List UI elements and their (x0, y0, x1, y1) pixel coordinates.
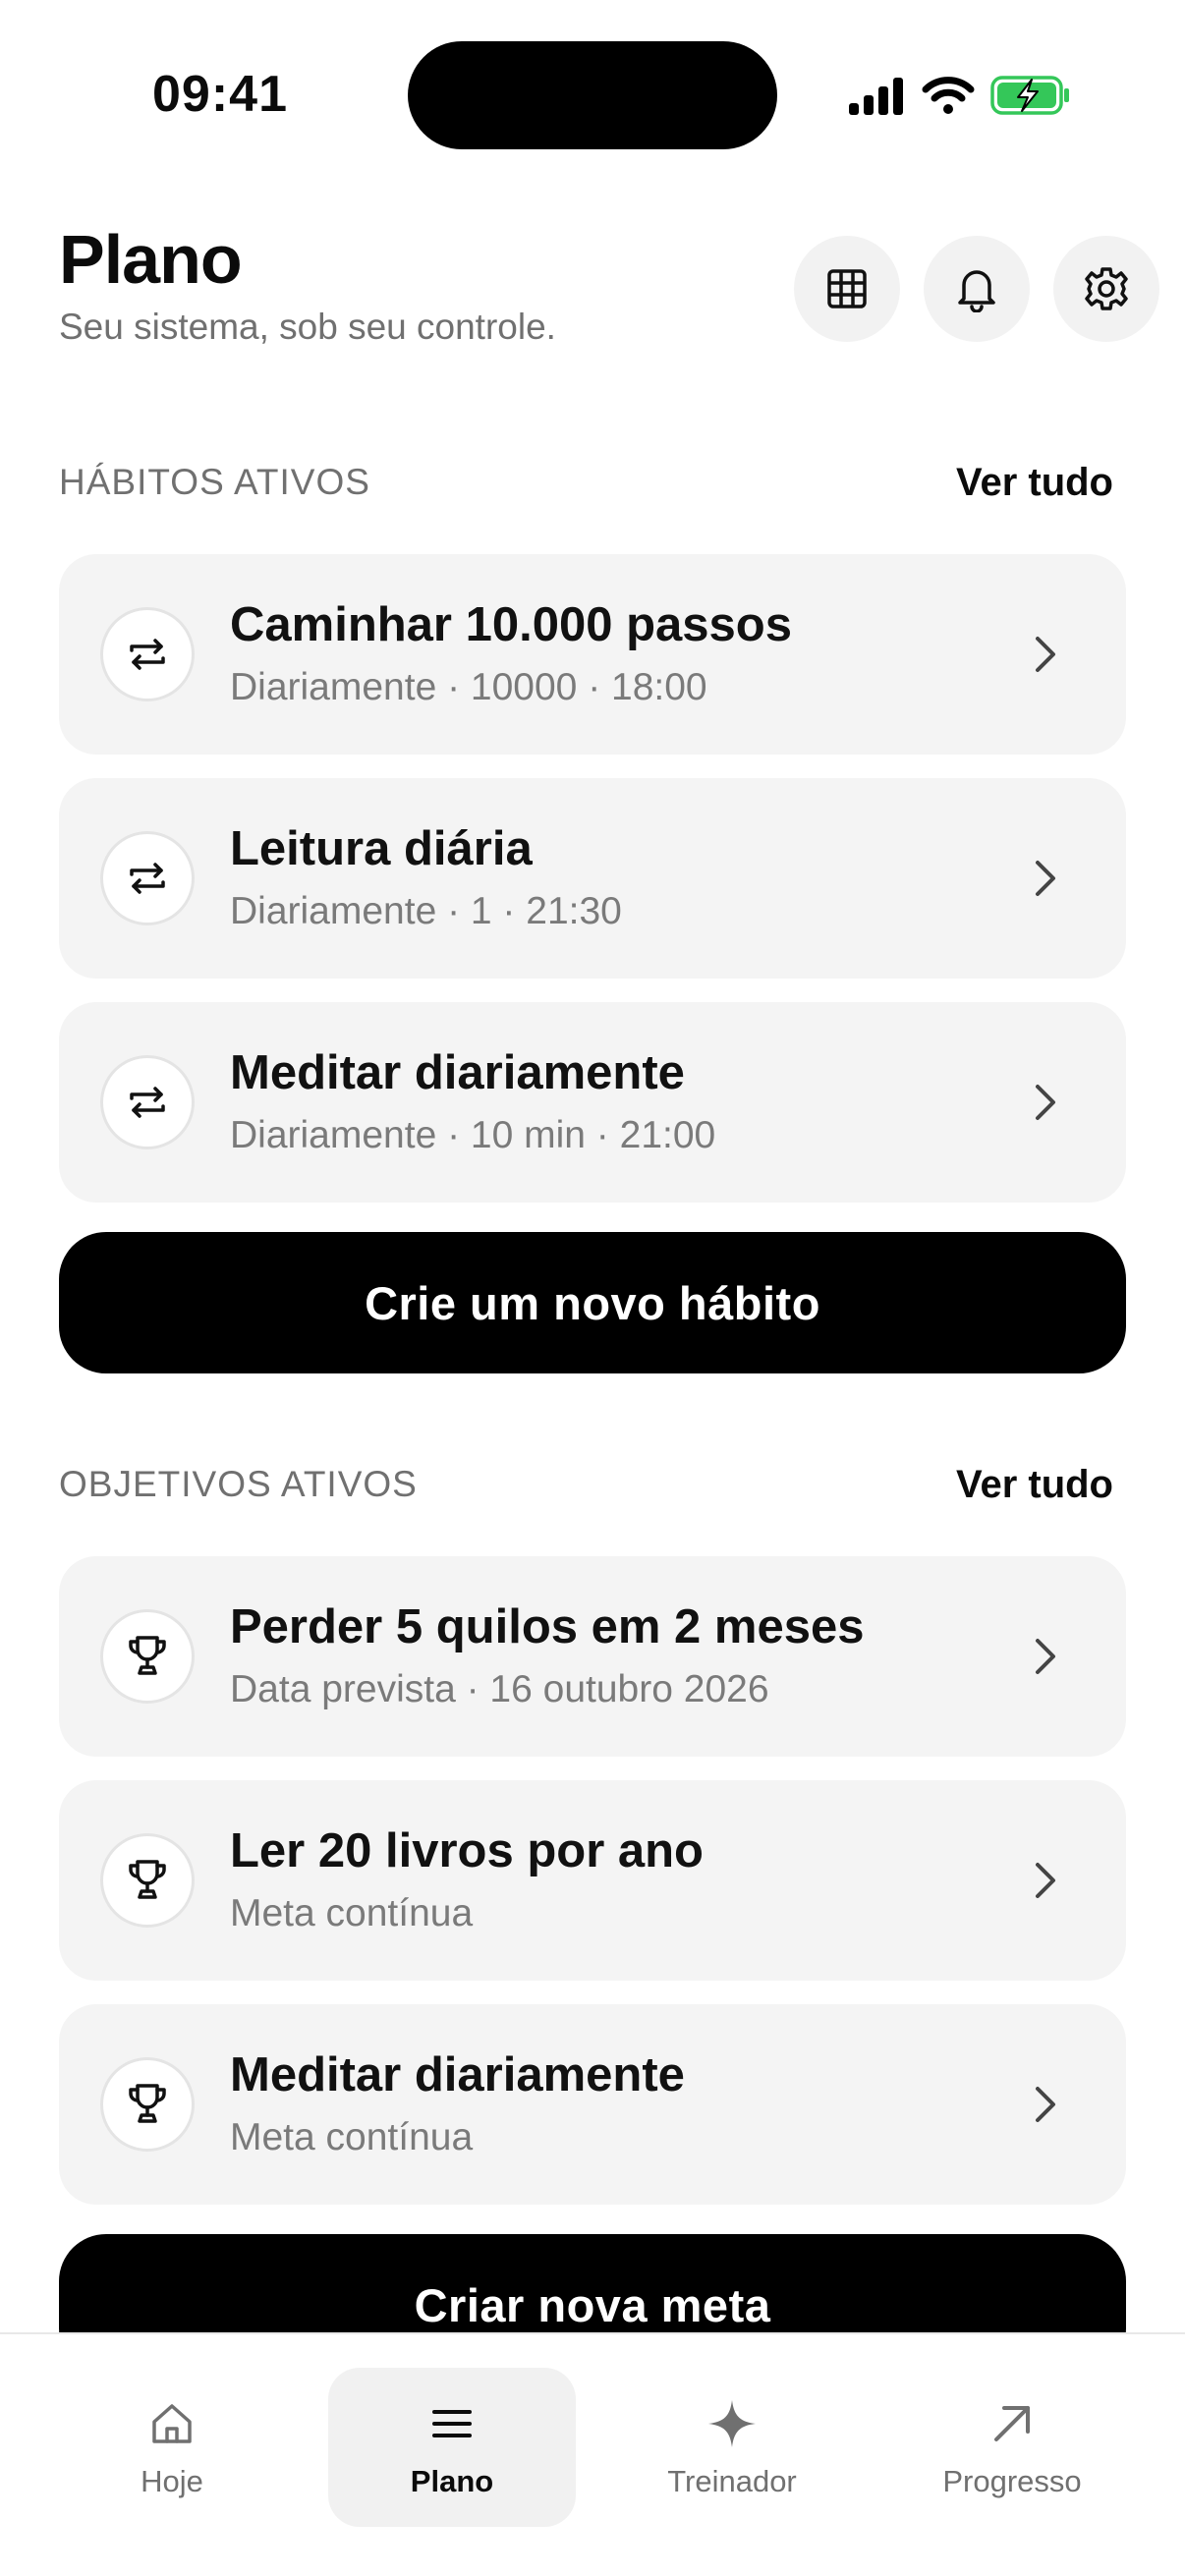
trophy-icon (129, 1860, 166, 1899)
goal-card[interactable]: Meditar diariamente Meta contínua (59, 2004, 1126, 2205)
goal-title: Perder 5 quilos em 2 meses (230, 1600, 865, 1653)
chevron-right-icon (1022, 1857, 1069, 1904)
goal-subtitle: Data prevista · 16 outubro 2026 (230, 1668, 769, 1710)
habits-section-label: HÁBITOS ATIVOS (59, 462, 370, 502)
sparkle-icon (708, 2400, 756, 2447)
tab-label: Plano (410, 2464, 494, 2498)
habit-icon-badge (100, 1055, 195, 1149)
tab-treinador[interactable]: Treinador (608, 2368, 856, 2527)
bell-icon (958, 270, 995, 312)
tab-hoje[interactable]: Hoje (48, 2368, 296, 2527)
chevron-right-icon (1022, 855, 1069, 902)
wifi-icon (922, 77, 975, 114)
home-icon (152, 2404, 192, 2443)
goal-title: Meditar diariamente (230, 2048, 685, 2101)
habit-title: Meditar diariamente (230, 1046, 685, 1099)
habit-icon-badge (100, 831, 195, 925)
battery-charging-icon (990, 76, 1069, 115)
arrow-up-right-icon (994, 2406, 1030, 2441)
chevron-right-icon (1022, 1079, 1069, 1126)
tab-bar: Hoje Plano Treinador Progresso (0, 2332, 1185, 2576)
page-header: Plano Seu sistema, sob seu controle. (59, 218, 1159, 365)
create-habit-button[interactable]: Crie um novo hábito (59, 1232, 1126, 1373)
habit-title: Leitura diária (230, 822, 533, 875)
tab-plano[interactable]: Plano (328, 2368, 576, 2527)
goal-subtitle: Meta contínua (230, 1892, 474, 1934)
goal-icon-badge (100, 1833, 195, 1928)
habits-see-all-link[interactable]: Ver tudo (956, 461, 1113, 505)
goals-section-label: OBJETIVOS ATIVOS (59, 1464, 418, 1504)
habit-subtitle: Diariamente · 10000 · 18:00 (230, 666, 707, 708)
signal-icon (849, 78, 903, 115)
repeat-icon (130, 863, 165, 894)
settings-button[interactable] (1053, 236, 1159, 342)
habit-card[interactable]: Meditar diariamente Diariamente · 10 min… (59, 1002, 1126, 1203)
habit-subtitle: Diariamente · 10 min · 21:00 (230, 1114, 716, 1156)
goal-icon-badge (100, 1609, 195, 1704)
goal-title: Ler 20 livros por ano (230, 1824, 704, 1877)
header-actions (794, 236, 1159, 342)
grid-button[interactable] (794, 236, 900, 342)
repeat-icon (130, 639, 165, 670)
goal-subtitle: Meta contínua (230, 2116, 474, 2158)
tab-label: Progresso (942, 2464, 1082, 2498)
goals-section-header: OBJETIVOS ATIVOS Ver tudo (59, 1460, 1113, 1509)
trophy-icon (129, 1636, 166, 1675)
status-icons (847, 71, 1071, 120)
chevron-right-icon (1022, 631, 1069, 678)
notifications-button[interactable] (924, 236, 1030, 342)
status-time: 09:41 (152, 66, 288, 123)
trophy-icon (129, 2084, 166, 2123)
goal-card[interactable]: Ler 20 livros por ano Meta contínua (59, 1780, 1126, 1981)
repeat-icon (130, 1087, 165, 1118)
habit-title: Caminhar 10.000 passos (230, 598, 792, 651)
tab-progresso[interactable]: Progresso (888, 2368, 1136, 2527)
habit-icon-badge (100, 607, 195, 701)
grid-icon (827, 269, 867, 308)
goals-see-all-link[interactable]: Ver tudo (956, 1463, 1113, 1507)
habit-subtitle: Diariamente · 1 · 21:30 (230, 890, 622, 932)
goal-card[interactable]: Perder 5 quilos em 2 meses Data prevista… (59, 1556, 1126, 1757)
habits-section-header: HÁBITOS ATIVOS Ver tudo (59, 458, 1113, 507)
chevron-right-icon (1022, 2081, 1069, 2128)
tab-label: Treinador (667, 2464, 797, 2498)
menu-icon (432, 2410, 472, 2437)
dynamic-island (408, 41, 777, 149)
gear-icon (1085, 267, 1128, 310)
habit-card[interactable]: Leitura diária Diariamente · 1 · 21:30 (59, 778, 1126, 979)
chevron-right-icon (1022, 1633, 1069, 1680)
habit-card[interactable]: Caminhar 10.000 passos Diariamente · 100… (59, 554, 1126, 755)
tab-label: Hoje (141, 2464, 203, 2498)
status-bar: 09:41 (0, 0, 1185, 187)
goal-icon-badge (100, 2057, 195, 2152)
